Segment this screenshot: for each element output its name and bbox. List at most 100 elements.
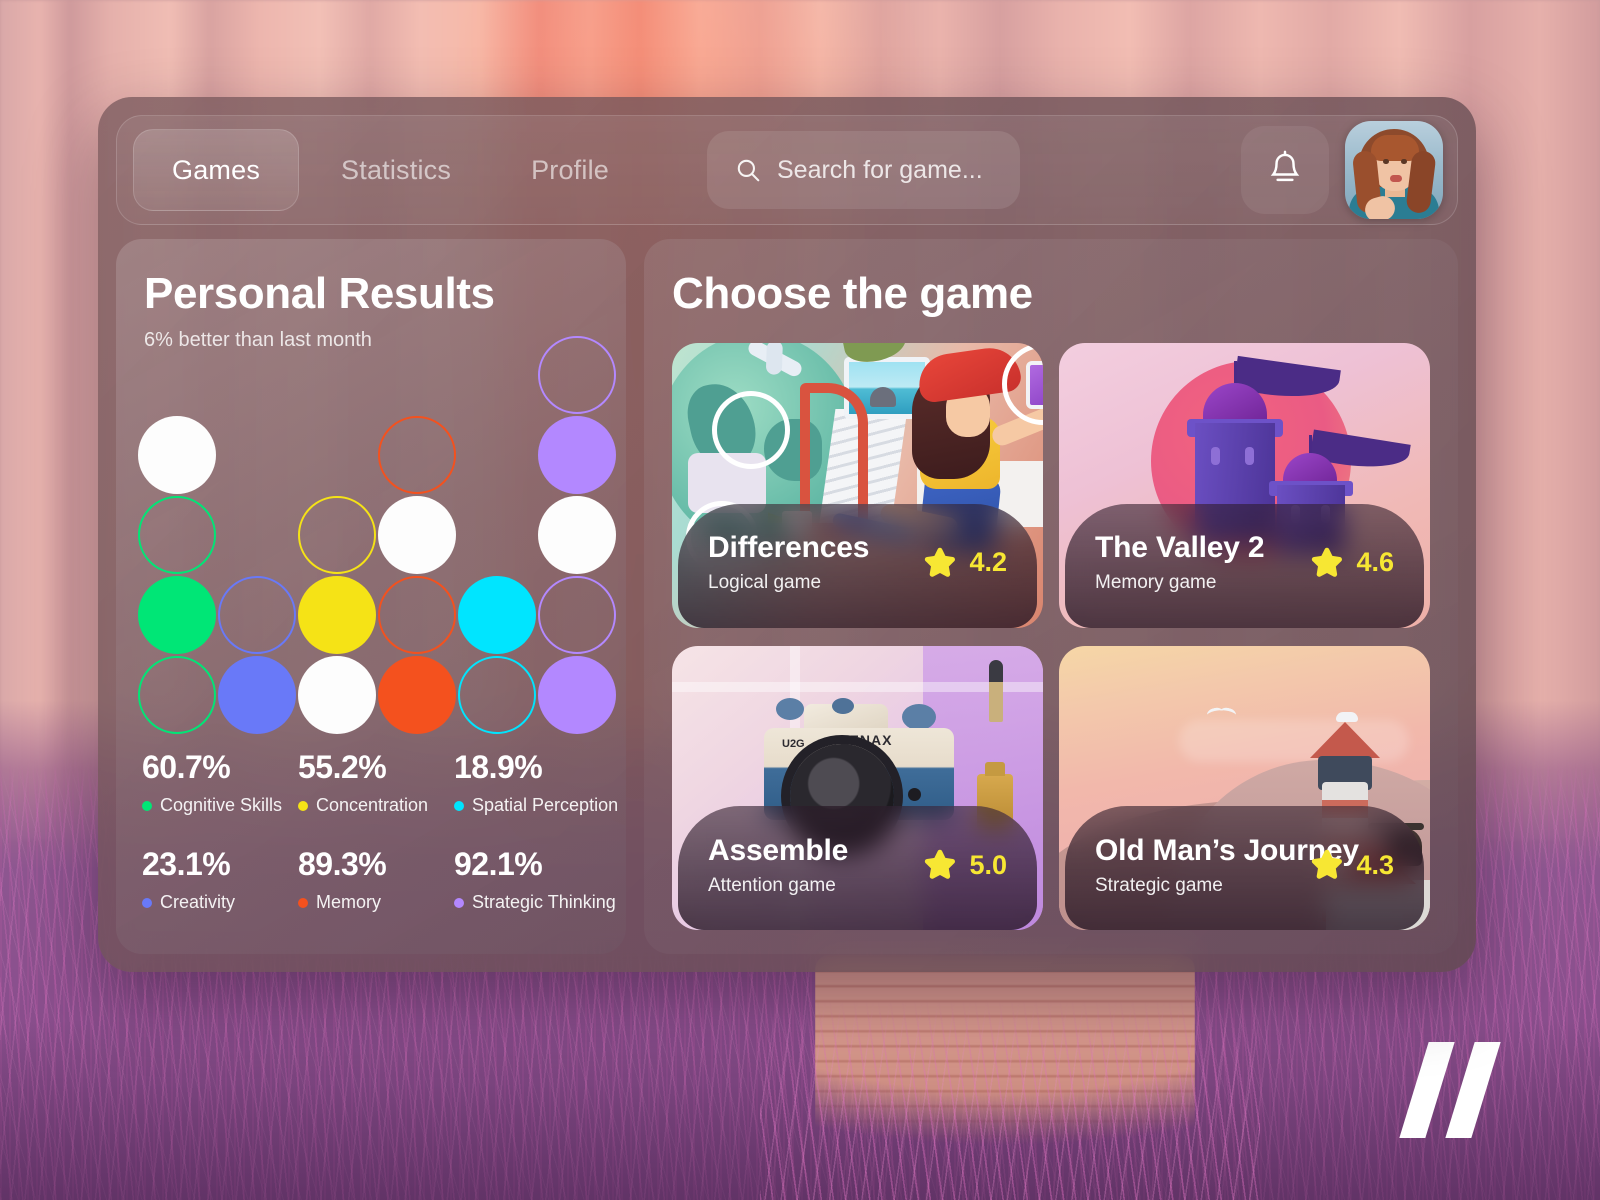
game-genre: Memory game — [1095, 572, 1217, 593]
art-hidden-object-ring-1 — [712, 391, 790, 469]
stat-bullet-icon — [142, 800, 152, 811]
game-rating: 5.0 — [921, 846, 1007, 884]
stat-bullet-icon — [454, 897, 464, 908]
stat-concentration: 55.2% Concentration — [298, 749, 454, 816]
stat-creativity: 23.1% Creativity — [142, 846, 298, 913]
chart-dot — [138, 656, 216, 734]
game-rating-value: 4.3 — [1356, 849, 1394, 880]
chart-dot — [138, 576, 216, 654]
search-input[interactable] — [777, 155, 992, 185]
chart-dot — [378, 496, 456, 574]
search-bar[interactable] — [707, 131, 1020, 209]
star-icon — [1312, 849, 1343, 879]
logo-slash-right — [1445, 1042, 1501, 1138]
tab-statistics[interactable]: Statistics — [303, 129, 489, 211]
stat-strategic-thinking: 92.1% Strategic Thinking — [454, 846, 616, 913]
art-camera-knob-right — [902, 703, 936, 730]
chart-dot — [538, 416, 616, 494]
art-sea-rock — [870, 387, 896, 407]
chart-dot — [538, 656, 616, 734]
art-camera-dot — [908, 787, 921, 801]
stat-label-wrap: Cognitive Skills — [142, 795, 298, 816]
game-genre: Attention game — [708, 874, 836, 896]
game-cards-grid: Differences Logical game 4.2 The Valley … — [672, 343, 1430, 930]
stat-value: 89.3% — [298, 846, 387, 882]
game-card-text: Old Man’s Journey Strategic game — [1095, 833, 1359, 897]
logo-slash-left — [1399, 1042, 1455, 1138]
star-icon — [1312, 547, 1343, 577]
stats-row-2: 23.1% Creativity 89.3% Memory 92.1% Stra… — [142, 846, 616, 913]
stat-bullet-icon — [298, 897, 308, 908]
stat-label-wrap: Concentration — [298, 795, 454, 816]
game-card-info-bar: The Valley 2 Memory game 4.6 — [1065, 503, 1424, 628]
notifications-button[interactable] — [1241, 126, 1329, 214]
stats-row-1: 60.7% Cognitive Skills 55.2% Concentrati… — [142, 749, 618, 816]
app-body: Personal Results 6% better than last mon… — [116, 239, 1458, 954]
games-title: Choose the game — [672, 269, 1033, 318]
stat-label: Strategic Thinking — [472, 892, 616, 912]
game-card-the-valley-2[interactable]: The Valley 2 Memory game 4.6 — [1059, 343, 1430, 628]
stat-value: 55.2% — [298, 749, 387, 785]
tab-games-label: Games — [172, 154, 261, 185]
chart-dot — [298, 656, 376, 734]
chart-dot — [378, 656, 456, 734]
stat-label: Memory — [316, 892, 382, 912]
game-card-info-bar: Old Man’s Journey Strategic game 4.3 — [1065, 806, 1424, 930]
stat-cognitive-skills: 60.7% Cognitive Skills — [142, 749, 298, 816]
chart-dot — [538, 336, 616, 414]
game-name: The Valley 2 — [1095, 531, 1265, 564]
tab-statistics-label: Statistics — [341, 154, 452, 185]
avatar[interactable] — [1345, 121, 1443, 219]
game-genre: Logical game — [708, 572, 822, 593]
art-seagull-flying — [1207, 708, 1237, 720]
game-name: Old Man’s Journey — [1095, 833, 1359, 867]
personal-results-panel: Personal Results 6% better than last mon… — [116, 239, 626, 954]
top-navigation-bar: Games Statistics Profile — [116, 115, 1458, 225]
stat-label-wrap: Memory — [298, 892, 454, 913]
chart-dot — [218, 576, 296, 654]
game-card-old-mans-journey[interactable]: Old Man’s Journey Strategic game 4.3 — [1059, 645, 1430, 930]
stat-memory: 89.3% Memory — [298, 846, 454, 913]
star-icon — [925, 547, 956, 577]
game-card-text: The Valley 2 Memory game — [1095, 531, 1308, 594]
stat-value: 92.1% — [454, 846, 543, 882]
chart-dot — [378, 416, 456, 494]
game-card-differences[interactable]: Differences Logical game 4.2 — [672, 343, 1043, 628]
chart-dot — [538, 576, 616, 654]
game-card-info-bar: Assemble Attention game 5.0 — [678, 806, 1037, 930]
game-rating: 4.2 — [921, 544, 1007, 582]
art-tower-window-2 — [1245, 447, 1254, 465]
results-dot-matrix-chart — [138, 336, 626, 734]
chart-dot — [458, 656, 536, 734]
background-planter-grass-overlay — [760, 1000, 1260, 1200]
stat-label-wrap: Spatial Perception — [454, 795, 618, 816]
chart-dot — [298, 496, 376, 574]
chart-dot — [138, 496, 216, 574]
tab-profile-label: Profile — [531, 154, 609, 185]
chart-dot — [458, 576, 536, 654]
stat-value: 18.9% — [454, 749, 543, 785]
game-name: Differences — [708, 531, 870, 564]
tab-games[interactable]: Games — [133, 129, 300, 211]
game-card-assemble[interactable]: U2G LENAX Assemble Attention game 5.0 — [672, 645, 1043, 930]
avatar-eye-left — [1383, 159, 1389, 164]
avatar-lips — [1390, 175, 1402, 182]
results-stats-grid: 60.7% Cognitive Skills 55.2% Concentrati… — [142, 749, 618, 943]
avatar-eye-right — [1401, 159, 1407, 164]
tab-profile[interactable]: Profile — [493, 129, 647, 211]
app-window: Games Statistics Profile Search for game… — [98, 97, 1476, 972]
game-rating-value: 4.2 — [969, 547, 1007, 577]
art-tower-window-1 — [1211, 447, 1220, 465]
game-rating: 4.6 — [1308, 544, 1394, 582]
stat-value: 60.7% — [142, 749, 231, 785]
art-shelf-horizontal — [672, 681, 1043, 692]
art-camera-knob-left — [776, 697, 804, 720]
bell-icon — [1270, 150, 1300, 182]
stat-label-wrap: Creativity — [142, 892, 298, 913]
chart-dot — [298, 576, 376, 654]
art-camera-model-text: U2G — [782, 737, 805, 750]
stat-label: Cognitive Skills — [160, 795, 283, 815]
choose-game-panel: Choose the game Differences Logical game… — [644, 239, 1458, 954]
game-rating-value: 4.6 — [1356, 547, 1394, 577]
star-icon — [925, 849, 956, 879]
